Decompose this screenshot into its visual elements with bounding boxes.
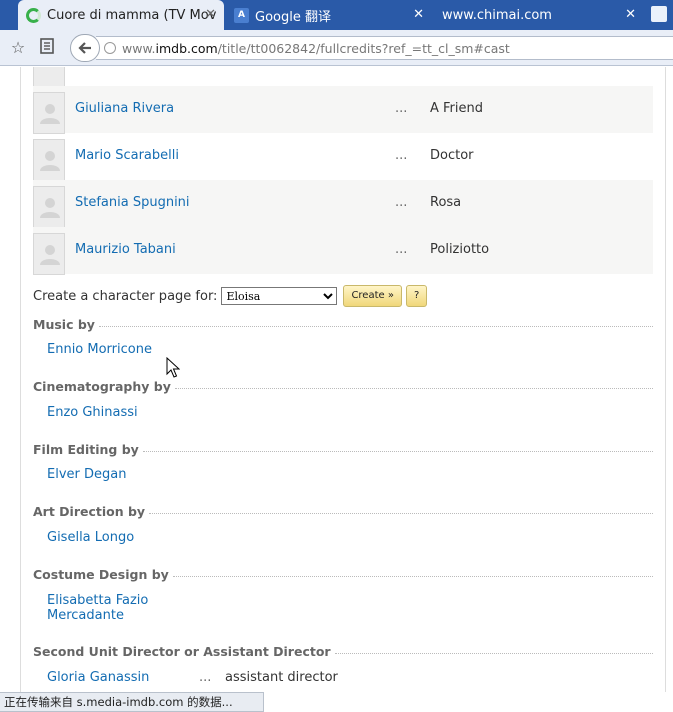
- divider: [174, 387, 653, 389]
- tab-title: Google 翻译: [255, 9, 331, 25]
- google-translate-icon: A: [234, 7, 249, 23]
- cast-character: Rosa: [430, 195, 462, 210]
- divider: [98, 325, 653, 327]
- url-host: www.imdb.com: [122, 40, 218, 56]
- crew-ellipsis: ...: [199, 670, 212, 685]
- table-row: Mario Scarabelli ... Doctor: [33, 133, 653, 181]
- section-title: Art Direction by: [33, 503, 150, 519]
- cast-ellipsis: ...: [395, 242, 408, 257]
- section-header: Second Unit Director or Assistant Direct…: [33, 642, 653, 660]
- cast-character: A Friend: [430, 101, 484, 116]
- cast-character: Doctor: [430, 148, 474, 163]
- crew-name-link[interactable]: Gloria Ganassin: [47, 670, 149, 685]
- section-title: Film Editing by: [33, 441, 143, 457]
- tab-title: Cuore di mamma (TV Mov: [47, 7, 217, 23]
- cast-name-link[interactable]: Stefania Spugnini: [75, 195, 190, 210]
- page-viewport[interactable]: Giuliana Rivera ... A Friend Mario Scara…: [0, 67, 673, 692]
- character-page-label: Create a character page for:: [33, 288, 218, 304]
- divider: [149, 512, 653, 514]
- credits-content: Giuliana Rivera ... A Friend Mario Scara…: [20, 67, 666, 692]
- section-header: Art Direction by: [33, 502, 653, 520]
- close-tab-icon[interactable]: ✕: [205, 7, 216, 23]
- new-tab-icon[interactable]: [651, 6, 667, 22]
- status-bar: 正在传输来自 s.media-imdb.com 的数据...: [0, 692, 264, 712]
- browser-toolbar: ☆ www.imdb.com/title/tt0062842/fullcredi…: [0, 30, 673, 66]
- cast-ellipsis: ...: [395, 101, 408, 116]
- crew-name-link[interactable]: Enzo Ghinassi: [47, 405, 138, 420]
- section-header: Music by: [33, 315, 653, 333]
- no-photo-icon[interactable]: [33, 186, 65, 228]
- crew-name-link[interactable]: Elisabetta Fazio Mercadante: [47, 593, 148, 623]
- no-photo-icon[interactable]: [33, 139, 65, 181]
- tab-imdb[interactable]: Cuore di mamma (TV Mov ✕: [18, 0, 224, 30]
- close-tab-icon[interactable]: ✕: [625, 7, 636, 23]
- crew-name-line: Mercadante: [47, 608, 124, 623]
- cast-name-link[interactable]: Mario Scarabelli: [75, 148, 179, 163]
- crew-name-link[interactable]: Ennio Morricone: [47, 342, 152, 357]
- cast-name-link[interactable]: Giuliana Rivera: [75, 101, 174, 116]
- character-select[interactable]: Eloisa: [221, 287, 338, 305]
- tab-strip: Cuore di mamma (TV Mov ✕ A Google 翻译 ✕ w…: [0, 0, 673, 30]
- section-header: Cinematography by: [33, 377, 653, 395]
- divider: [172, 575, 653, 577]
- crew-role: assistant director: [225, 670, 338, 685]
- address-bar[interactable]: www.imdb.com/title/tt0062842/fullcredits…: [96, 36, 673, 60]
- character-page-form: Create a character page for: Eloisa Crea…: [33, 285, 428, 307]
- no-photo-icon[interactable]: [33, 67, 65, 87]
- no-photo-icon[interactable]: [33, 92, 65, 134]
- crew-name-link[interactable]: Elver Degan: [47, 467, 126, 482]
- divider: [334, 652, 653, 654]
- url-path: /title/tt0062842/fullcredits?ref_=tt_cl_…: [217, 40, 510, 56]
- tab-google-translate[interactable]: A Google 翻译 ✕: [226, 0, 432, 30]
- close-tab-icon[interactable]: ✕: [413, 7, 424, 23]
- globe-icon: [104, 42, 116, 54]
- table-row: Giuliana Rivera ... A Friend: [33, 86, 653, 134]
- no-photo-icon[interactable]: [33, 233, 65, 275]
- cast-name-link[interactable]: Maurizio Tabani: [75, 242, 176, 257]
- crew-name-line: Elisabetta Fazio: [47, 593, 149, 608]
- section-title: Second Unit Director or Assistant Direct…: [33, 643, 335, 659]
- divider: [142, 450, 653, 452]
- section-title: Cinematography by: [33, 378, 175, 394]
- section-header: Film Editing by: [33, 440, 653, 458]
- reading-list-icon[interactable]: [37, 38, 57, 58]
- tab-title: www.chimai.com: [442, 7, 552, 23]
- tab-chimai[interactable]: www.chimai.com ✕: [434, 0, 644, 30]
- section-header: Costume Design by: [33, 565, 653, 583]
- cast-ellipsis: ...: [395, 148, 408, 163]
- loading-spinner-icon: [26, 7, 41, 23]
- star-icon[interactable]: ☆: [8, 38, 28, 58]
- table-row: Stefania Spugnini ... Rosa: [33, 180, 653, 228]
- back-arrow-icon[interactable]: [70, 34, 100, 62]
- help-button[interactable]: ?: [405, 285, 428, 307]
- create-button[interactable]: Create »: [343, 285, 402, 307]
- crew-name-link[interactable]: Gisella Longo: [47, 530, 134, 545]
- table-row: Maurizio Tabani ... Poliziotto: [33, 227, 653, 275]
- table-row: [33, 67, 653, 87]
- cast-character: Poliziotto: [430, 242, 490, 257]
- cast-table: Giuliana Rivera ... A Friend Mario Scara…: [33, 67, 653, 275]
- section-title: Costume Design by: [33, 566, 173, 582]
- cast-ellipsis: ...: [395, 195, 408, 210]
- section-title: Music by: [33, 316, 99, 332]
- mouse-pointer-icon: [166, 357, 180, 378]
